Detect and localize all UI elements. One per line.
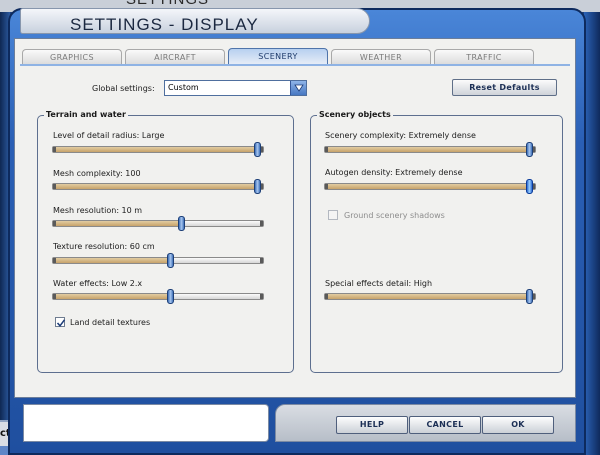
mesh-complexity-label: Mesh complexity: 100 [53, 169, 141, 178]
texture-resolution-label: Texture resolution: 60 cm [53, 242, 155, 251]
checkmark-icon [56, 319, 66, 328]
slider-cap [260, 258, 263, 263]
special-effects-label: Special effects detail: High [325, 279, 433, 288]
scenery-complexity-slider[interactable] [324, 142, 536, 157]
slider-fill [325, 147, 531, 152]
global-settings-label: Global settings: [92, 84, 155, 93]
autogen-density-label: Autogen density: Extremely dense [325, 168, 463, 177]
terrain-group-title: Terrain and water [44, 110, 128, 119]
tab-underline [20, 64, 570, 66]
window-title: SETTINGS - DISPLAY [70, 15, 259, 34]
slider-cap [53, 258, 56, 263]
lod-radius-label: Level of detail radius: Large [53, 131, 165, 140]
dropdown-arrow-button[interactable] [290, 81, 306, 95]
water-effects-slider[interactable] [52, 289, 264, 304]
global-settings-value: Custom [168, 83, 199, 92]
slider-fill [53, 221, 181, 226]
slider-thumb[interactable] [526, 289, 533, 304]
reset-defaults-button[interactable]: Reset Defaults [452, 79, 557, 96]
slider-cap [325, 294, 328, 299]
slider-thumb[interactable] [526, 142, 533, 157]
background-window-title: SETTINGS [126, 0, 209, 8]
slider-cap [53, 147, 56, 152]
slider-fill [53, 294, 170, 299]
slider-fill [53, 147, 259, 152]
slider-cap [325, 184, 328, 189]
chevron-down-icon [294, 84, 304, 92]
global-settings-select[interactable]: Custom [164, 80, 307, 96]
slider-cap [53, 294, 56, 299]
slider-fill [325, 294, 531, 299]
slider-fill [53, 184, 259, 189]
mesh-complexity-slider[interactable] [52, 179, 264, 194]
mesh-resolution-label: Mesh resolution: 10 m [53, 206, 143, 215]
ok-button[interactable]: OK [482, 416, 554, 434]
status-field [23, 404, 269, 442]
slider-cap [53, 184, 56, 189]
lod-radius-slider[interactable] [52, 142, 264, 157]
background-right-edge [584, 12, 600, 455]
slider-thumb[interactable] [254, 142, 261, 157]
ground-scenery-shadows-label: Ground scenery shadows [344, 211, 445, 220]
slider-thumb[interactable] [526, 179, 533, 194]
slider-cap [260, 294, 263, 299]
slider-cap [260, 221, 263, 226]
slider-cap [53, 221, 56, 226]
tab-graphics[interactable]: GRAPHICS [22, 49, 122, 65]
help-button[interactable]: HELP [336, 416, 408, 434]
scenery-group-title: Scenery objects [317, 110, 393, 119]
texture-resolution-slider[interactable] [52, 253, 264, 268]
tab-scenery[interactable]: SCENERY [228, 48, 328, 65]
land-detail-textures-label: Land detail textures [70, 318, 151, 327]
slider-thumb[interactable] [167, 253, 174, 268]
slider-fill [53, 258, 170, 263]
cancel-button[interactable]: CANCEL [409, 416, 481, 434]
slider-fill [325, 184, 531, 189]
autogen-density-slider[interactable] [324, 179, 536, 194]
tab-aircraft[interactable]: AIRCRAFT [125, 49, 225, 65]
ground-scenery-shadows-checkbox[interactable] [328, 210, 338, 220]
scenery-complexity-label: Scenery complexity: Extremely dense [325, 131, 476, 140]
land-detail-textures-checkbox[interactable] [55, 317, 66, 328]
slider-thumb[interactable] [167, 289, 174, 304]
mesh-resolution-slider[interactable] [52, 216, 264, 231]
slider-thumb[interactable] [178, 216, 185, 231]
special-effects-slider[interactable] [324, 289, 536, 304]
tab-weather[interactable]: WEATHER [331, 49, 431, 65]
slider-cap [325, 147, 328, 152]
water-effects-label: Water effects: Low 2.x [53, 279, 143, 288]
slider-thumb[interactable] [254, 179, 261, 194]
tab-traffic[interactable]: TRAFFIC [434, 49, 534, 65]
